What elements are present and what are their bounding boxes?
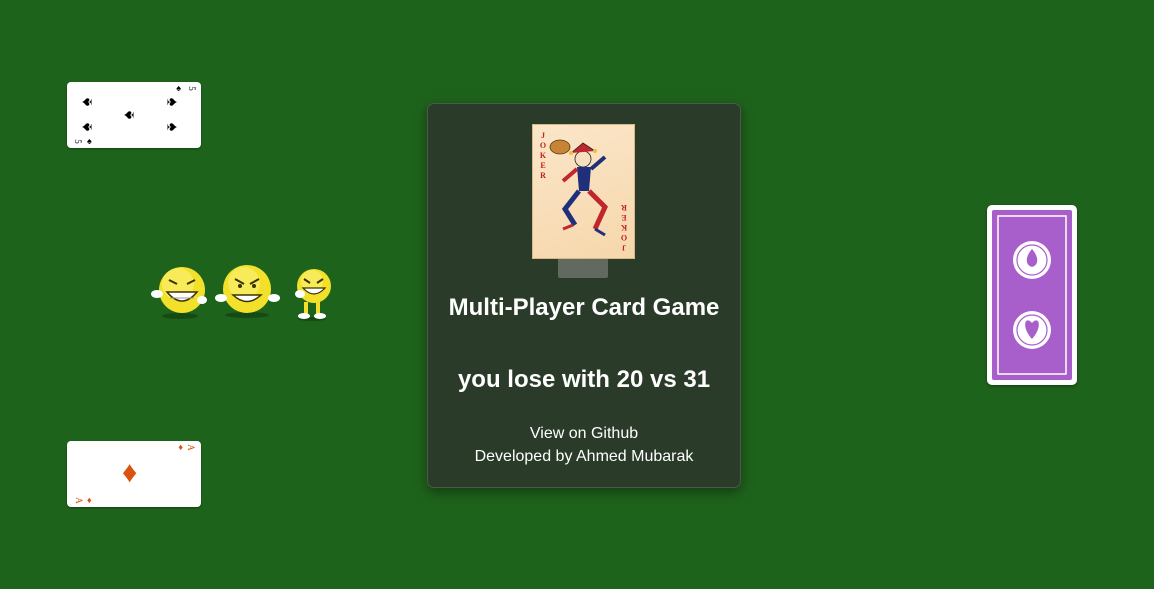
- joker-label-bottom: J O K E R: [620, 203, 628, 252]
- spade-pip-icon: ♠: [78, 97, 96, 107]
- spade-pip-icon: ♠: [163, 97, 181, 107]
- laughing-emoji-icon: [290, 266, 334, 327]
- joker-label-top: J O K E R: [539, 131, 547, 180]
- card-rank-top: A: [185, 444, 196, 451]
- developer-credit: Developed by Ahmed Mubarak: [474, 448, 694, 465]
- spade-pip-icon: ♠: [163, 122, 181, 132]
- grinning-emoji-icon: [214, 264, 280, 325]
- card-ace-of-diamonds[interactable]: A ♦ A ♦ ♦: [67, 441, 201, 507]
- diamond-pip-icon: ♦: [122, 456, 138, 489]
- card-suit-top: ♦: [178, 442, 183, 452]
- card-suit-bottom: ♦: [87, 495, 92, 505]
- card-suit-bottom: ♠: [87, 136, 92, 146]
- card-rank-top: 5: [186, 86, 197, 91]
- card-rank-bottom: 5: [72, 139, 83, 144]
- spade-pip-icon: ♠: [78, 122, 96, 132]
- card-suit-top: ♠: [176, 83, 181, 93]
- game-result-text: you lose with 20 vs 31: [457, 366, 711, 393]
- laughing-emoji-icon: [150, 264, 208, 325]
- card-rank-bottom: A: [73, 497, 84, 504]
- joker-card: J O K E R J O K E R: [532, 124, 635, 259]
- github-link[interactable]: View on Github: [428, 425, 740, 443]
- card-five-of-spades[interactable]: 5 ♠ 5 ♠ ♠ ♠ ♠ ♠ ♠: [67, 82, 201, 148]
- game-table: 5 ♠ 5 ♠ ♠ ♠ ♠ ♠ ♠ A ♦ A ♦ ♦ J O K E R J …: [0, 0, 1154, 589]
- card-back[interactable]: [987, 205, 1077, 385]
- card-back-pattern-icon: [992, 210, 1072, 380]
- jester-icon: [549, 139, 608, 237]
- spade-pip-icon: ♠: [120, 110, 138, 120]
- game-over-modal: J O K E R J O K E R Multi-Player Card Ga…: [427, 103, 741, 488]
- modal-title: Multi-Player Card Game: [448, 294, 720, 321]
